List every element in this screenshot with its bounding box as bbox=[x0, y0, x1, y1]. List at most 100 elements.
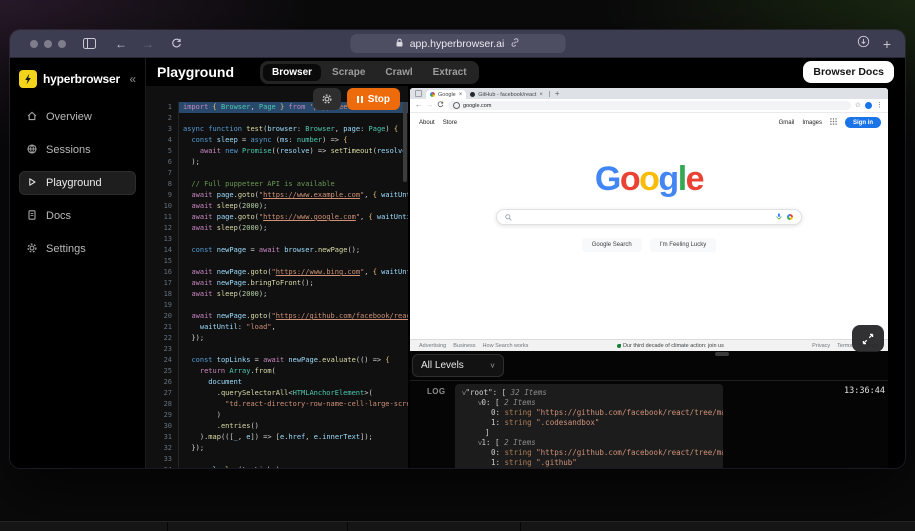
footer-climate-link[interactable]: Our third decade of climate action: join… bbox=[616, 343, 724, 349]
preview-reload-icon[interactable] bbox=[437, 101, 444, 110]
bookmark-star-icon[interactable]: ☆ bbox=[855, 102, 861, 109]
tree-row: 0: string "https://github.com/facebook/r… bbox=[491, 448, 723, 457]
code-line: 34 console.log(topLinks) bbox=[146, 465, 408, 468]
code-line: 13 bbox=[146, 234, 408, 245]
stop-button-label: Stop bbox=[367, 93, 390, 105]
titlebar-right-actions: + bbox=[857, 35, 891, 53]
code-line: 21 waitUntil: "load", bbox=[146, 322, 408, 333]
sidebar-item-playground[interactable]: Playground bbox=[19, 171, 136, 195]
log-level-select[interactable]: All Levels > bbox=[412, 354, 504, 377]
close-tab-icon[interactable]: × bbox=[459, 92, 463, 98]
gear-icon bbox=[26, 242, 38, 257]
zoom-window-button[interactable] bbox=[58, 39, 66, 48]
reload-button[interactable] bbox=[171, 38, 182, 49]
main-area: Playground Browser Scrape Crawl Extract … bbox=[146, 58, 905, 468]
browser-menu-icon[interactable]: ⋮ bbox=[876, 102, 883, 109]
tab-strip-icon[interactable] bbox=[415, 90, 422, 97]
sidebar-item-label: Sessions bbox=[46, 144, 91, 156]
google-sign-in-button[interactable]: Sign in bbox=[845, 117, 881, 128]
preview-address-bar[interactable]: google.com bbox=[448, 101, 851, 110]
google-gmail-link[interactable]: Gmail bbox=[779, 120, 795, 126]
sidebar-toggle-icon[interactable] bbox=[83, 38, 96, 49]
footer-privacy-link[interactable]: Privacy bbox=[812, 343, 830, 349]
feeling-lucky-button[interactable]: I'm Feeling Lucky bbox=[649, 238, 717, 252]
browser-docs-button[interactable]: Browser Docs bbox=[803, 61, 894, 83]
log-level-badge: LOG bbox=[427, 387, 446, 396]
close-tab-icon[interactable]: × bbox=[539, 92, 543, 98]
fullscreen-expand-button[interactable] bbox=[852, 325, 884, 352]
log-level-value: All Levels bbox=[421, 360, 464, 371]
code-line: 27 .querySelectorAll<HTMLAnchorElement>( bbox=[146, 388, 408, 399]
code-line: 19 bbox=[146, 300, 408, 311]
sidebar-item-settings[interactable]: Settings bbox=[19, 237, 136, 261]
tree-row: >1: [ 2 Items bbox=[475, 438, 536, 447]
google-header: About Store Gmail Images Sign in bbox=[419, 117, 881, 128]
footer-business-link[interactable]: Business bbox=[453, 343, 475, 349]
preview-tab-google[interactable]: Google × bbox=[426, 90, 467, 99]
code-line: 4 const sleep = async (ms: number) => { bbox=[146, 135, 408, 146]
chevron-down-icon: > bbox=[488, 363, 498, 368]
sidebar-item-docs[interactable]: Docs bbox=[19, 204, 136, 228]
footer-terms-link[interactable]: Terms bbox=[837, 343, 852, 349]
code-editor[interactable]: Stop 1import { Browser, Page } from 'pup… bbox=[146, 86, 408, 468]
preview-back-icon[interactable]: ← bbox=[415, 102, 422, 109]
google-search-button[interactable]: Google Search bbox=[581, 238, 642, 252]
code-line: 29 ) bbox=[146, 410, 408, 421]
link-icon[interactable] bbox=[510, 37, 519, 50]
sidebar-item-sessions[interactable]: Sessions bbox=[19, 138, 136, 162]
tab-browser[interactable]: Browser bbox=[263, 63, 322, 81]
google-store-link[interactable]: Store bbox=[443, 120, 457, 126]
code-line: 2 bbox=[146, 113, 408, 124]
preview-tab-title: Google bbox=[438, 91, 456, 98]
voice-search-icon[interactable] bbox=[776, 208, 782, 226]
browser-preview[interactable]: Google × GitHub - facebook/react × + ← →… bbox=[410, 88, 888, 351]
sidebar-item-label: Playground bbox=[46, 177, 102, 189]
page-title: Playground bbox=[157, 64, 235, 80]
preview-tab-github[interactable]: GitHub - facebook/react × bbox=[466, 90, 547, 99]
google-apps-grid-icon[interactable] bbox=[830, 118, 837, 127]
collapse-sidebar-button[interactable]: « bbox=[129, 73, 136, 85]
google-lens-icon[interactable] bbox=[787, 214, 793, 220]
code-lines: 1import { Browser, Page } from 'puppetee… bbox=[146, 102, 408, 468]
google-images-link[interactable]: Images bbox=[802, 120, 822, 126]
tab-extract[interactable]: Extract bbox=[424, 64, 476, 81]
sidebar-item-label: Overview bbox=[46, 111, 92, 123]
footer-advertising-link[interactable]: Advertising bbox=[419, 343, 446, 349]
preview-tab-title: GitHub - facebook/react bbox=[478, 91, 537, 98]
preview-url: google.com bbox=[463, 102, 492, 109]
close-window-button[interactable] bbox=[30, 39, 38, 48]
site-info-icon[interactable] bbox=[453, 102, 460, 109]
code-line: 30 .entries() bbox=[146, 421, 408, 432]
sidebar-item-overview[interactable]: Overview bbox=[19, 105, 136, 129]
google-favicon bbox=[430, 92, 435, 97]
tree-expand-icon: > bbox=[459, 390, 469, 396]
splitter-handle[interactable] bbox=[715, 352, 729, 356]
tab-crawl[interactable]: Crawl bbox=[376, 64, 421, 81]
search-icon bbox=[505, 208, 512, 226]
back-button[interactable]: ← bbox=[115, 38, 127, 50]
code-line: 25 return Array.from( bbox=[146, 366, 408, 377]
google-about-link[interactable]: About bbox=[419, 120, 435, 126]
preview-forward-icon[interactable]: → bbox=[426, 102, 433, 109]
sidebar-nav: Overview Sessions Playground Docs Settin… bbox=[19, 105, 136, 261]
stop-button[interactable]: Stop bbox=[347, 88, 400, 110]
footer-how-search-works-link[interactable]: How Search works bbox=[483, 343, 529, 349]
editor-scrollbar[interactable] bbox=[403, 102, 407, 182]
forward-button[interactable]: → bbox=[142, 38, 154, 50]
browser-window: ← → app.hyperbrowser.ai + hyperbrowser «… bbox=[10, 30, 905, 468]
log-json-tree[interactable]: >"root": [ 32 Items >0: [ 2 Items 0: strin… bbox=[455, 384, 723, 468]
new-tab-icon[interactable]: + bbox=[883, 37, 891, 51]
profile-avatar[interactable] bbox=[865, 102, 872, 109]
console-log-area: LOG >"root": [ 32 Items >0: [ 2 Items 0: s… bbox=[410, 381, 888, 468]
downloads-icon[interactable] bbox=[857, 35, 870, 53]
tab-scrape[interactable]: Scrape bbox=[323, 64, 374, 81]
code-line: 10 await sleep(2000); bbox=[146, 201, 408, 212]
address-bar[interactable]: app.hyperbrowser.ai bbox=[350, 34, 565, 53]
google-search-box[interactable] bbox=[496, 209, 802, 225]
titlebar: ← → app.hyperbrowser.ai + bbox=[10, 30, 905, 58]
editor-settings-button[interactable] bbox=[313, 88, 342, 110]
google-buttons: Google Search I'm Feeling Lucky bbox=[581, 238, 717, 252]
new-tab-button[interactable]: + bbox=[555, 90, 560, 98]
hyperbrowser-logo-icon bbox=[19, 70, 37, 88]
minimize-window-button[interactable] bbox=[44, 39, 52, 48]
